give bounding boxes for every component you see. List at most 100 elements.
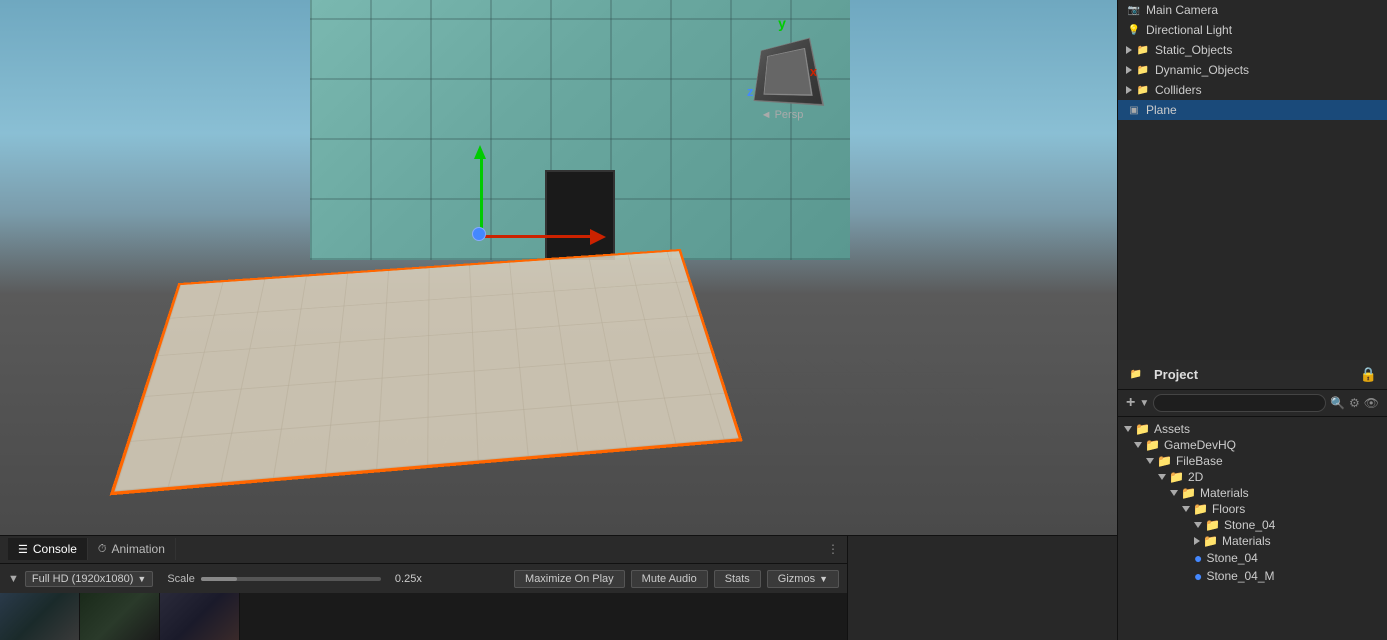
gizmos-button[interactable]: Gizmos ▼ (767, 570, 839, 588)
expand-2d-icon (1158, 474, 1166, 480)
filmstrip (0, 593, 847, 640)
expand-icon-static (1126, 46, 1132, 54)
camera-icon: 📷 (1126, 2, 1142, 18)
tab-animation[interactable]: ⏱ Animation (88, 538, 176, 560)
colliders-label: Colliders (1155, 83, 1202, 97)
project-header-actions: 🔒 (1360, 366, 1377, 383)
folder-icon-assets: 📁 (1135, 422, 1150, 436)
console-icon: ☰ (18, 543, 28, 556)
assets-label: Assets (1154, 422, 1190, 436)
gizmos-label: Gizmos (778, 573, 815, 585)
filebase-label: FileBase (1176, 454, 1223, 468)
tree-materials2[interactable]: 📁 Materials (1118, 533, 1387, 549)
tree-gamedevhq[interactable]: 📁 GameDevHQ (1118, 437, 1387, 453)
expand-stone04-icon (1194, 522, 1202, 528)
left-panels: y x z ◄ Persp ☰ Console (0, 0, 1117, 640)
stats-button[interactable]: Stats (714, 570, 761, 588)
tree-stone04m[interactable]: ● Stone_04_M (1118, 567, 1387, 585)
resolution-label: Full HD (1920x1080) (32, 573, 134, 585)
project-tree: 📁 Assets 📁 GameDevHQ 📁 FileBase 📁 2D (1118, 417, 1387, 640)
project-folder-icon: 📁 (1128, 367, 1144, 383)
tree-filebase[interactable]: 📁 FileBase (1118, 453, 1387, 469)
folder-icon-filebase: 📁 (1157, 454, 1172, 468)
scale-slider-fill (201, 577, 237, 581)
material-dot-stone04m: ● (1194, 568, 1202, 584)
y-axis-label: y (778, 15, 786, 31)
main-layout: y x z ◄ Persp ☰ Console (0, 0, 1387, 640)
folder-icon-materials: 📁 (1181, 486, 1196, 500)
resolution-arrow-icon: ▼ (137, 574, 146, 584)
mesh-icon-plane: ▣ (1126, 102, 1142, 118)
folder-icon-stone04: 📁 (1205, 518, 1220, 532)
gizmo-x-axis (480, 235, 590, 238)
add-button[interactable]: + (1126, 394, 1135, 412)
tree-stone04[interactable]: 📁 Stone_04 (1118, 517, 1387, 533)
expand-gamedevhq-icon (1134, 442, 1142, 448)
cube-face-inner (763, 48, 812, 96)
orientation-cube[interactable]: y x z ◄ Persp (737, 15, 827, 145)
expand-assets-icon (1124, 426, 1132, 432)
expand-materials-icon (1170, 490, 1178, 496)
search-icon: 🔍 (1330, 396, 1345, 410)
hierarchy-main-camera[interactable]: 📷 Main Camera (1118, 0, 1387, 20)
more-button[interactable]: ⋮ (827, 542, 839, 556)
bottom-tabs: ☰ Console ⏱ Animation ⋮ (0, 536, 847, 564)
tree-floors[interactable]: 📁 Floors (1118, 501, 1387, 517)
folder-icon-2d: 📁 (1169, 470, 1184, 484)
hierarchy-colliders[interactable]: 📁 Colliders (1118, 80, 1387, 100)
playback-bar: ▼ Full HD (1920x1080) ▼ Scale 0.25x Maxi… (0, 564, 847, 594)
animation-icon: ⏱ (98, 543, 107, 556)
persp-label[interactable]: ◄ Persp (761, 109, 804, 121)
bottom-combined: ☰ Console ⏱ Animation ⋮ ▼ Full HD (1920x… (0, 535, 1117, 640)
console-label: Console (33, 542, 77, 556)
add-arrow[interactable]: ▼ (1139, 398, 1149, 409)
film-frame-1 (0, 593, 80, 640)
hierarchy-panel: 📷 Main Camera 💡 Directional Light 📁 Stat… (1117, 0, 1387, 360)
gamedevhq-label: GameDevHQ (1164, 438, 1236, 452)
project-search-bar: + ▼ 🔍 ⚙ 👁 (1118, 390, 1387, 417)
hierarchy-plane[interactable]: ▣ Plane (1118, 100, 1387, 120)
film-frame-3 (160, 593, 240, 640)
gizmo-center (472, 227, 486, 241)
cube-visual: x z (747, 34, 817, 104)
tree-stone04-asset[interactable]: ● Stone_04 (1118, 549, 1387, 567)
arrow-left-icon: ▼ (8, 573, 19, 585)
tree-2d[interactable]: 📁 2D (1118, 469, 1387, 485)
stone04m-label: Stone_04_M (1206, 569, 1274, 583)
expand-icon-dynamic (1126, 66, 1132, 74)
materials-label: Materials (1200, 486, 1249, 500)
hierarchy-dynamic-objects[interactable]: 📁 Dynamic_Objects (1118, 60, 1387, 80)
directional-light-label: Directional Light (1146, 23, 1232, 37)
mute-audio-button[interactable]: Mute Audio (631, 570, 708, 588)
resolution-dropdown[interactable]: Full HD (1920x1080) ▼ (25, 571, 153, 587)
gizmo-y-arrow (474, 145, 486, 159)
tree-assets[interactable]: 📁 Assets (1118, 421, 1387, 437)
scene-view[interactable]: y x z ◄ Persp (0, 0, 1117, 535)
filter-icon[interactable]: ⚙ (1349, 396, 1360, 410)
scale-value: 0.25x (387, 573, 422, 585)
project-search-input[interactable] (1153, 394, 1326, 412)
console-animation-area: ☰ Console ⏱ Animation ⋮ ▼ Full HD (1920x… (0, 536, 847, 640)
folder-icon-colliders: 📁 (1135, 82, 1151, 98)
light-icon: 💡 (1126, 22, 1142, 38)
expand-icon-colliders (1126, 86, 1132, 94)
lock-icon: 🔒 (1360, 366, 1377, 383)
2d-label: 2D (1188, 470, 1203, 484)
z-axis-label: z (747, 84, 754, 99)
hierarchy-directional-light[interactable]: 💡 Directional Light (1118, 20, 1387, 40)
static-objects-label: Static_Objects (1155, 43, 1232, 57)
maximize-on-play-button[interactable]: Maximize On Play (514, 570, 625, 588)
expand-filebase-icon (1146, 458, 1154, 464)
plane-label: Plane (1146, 103, 1177, 117)
hierarchy-static-objects[interactable]: 📁 Static_Objects (1118, 40, 1387, 60)
project-header: 📁 Project 🔒 (1118, 360, 1387, 390)
animation-label: Animation (112, 542, 165, 556)
tree-materials[interactable]: 📁 Materials (1118, 485, 1387, 501)
tab-console[interactable]: ☰ Console (8, 538, 88, 560)
scale-slider[interactable] (201, 577, 381, 581)
gizmo-y-axis (480, 155, 483, 235)
eye-icon[interactable]: 👁 (1364, 396, 1379, 410)
expand-materials2-icon (1194, 537, 1200, 545)
folder-icon-floors: 📁 (1193, 502, 1208, 516)
folder-icon-static: 📁 (1135, 42, 1151, 58)
